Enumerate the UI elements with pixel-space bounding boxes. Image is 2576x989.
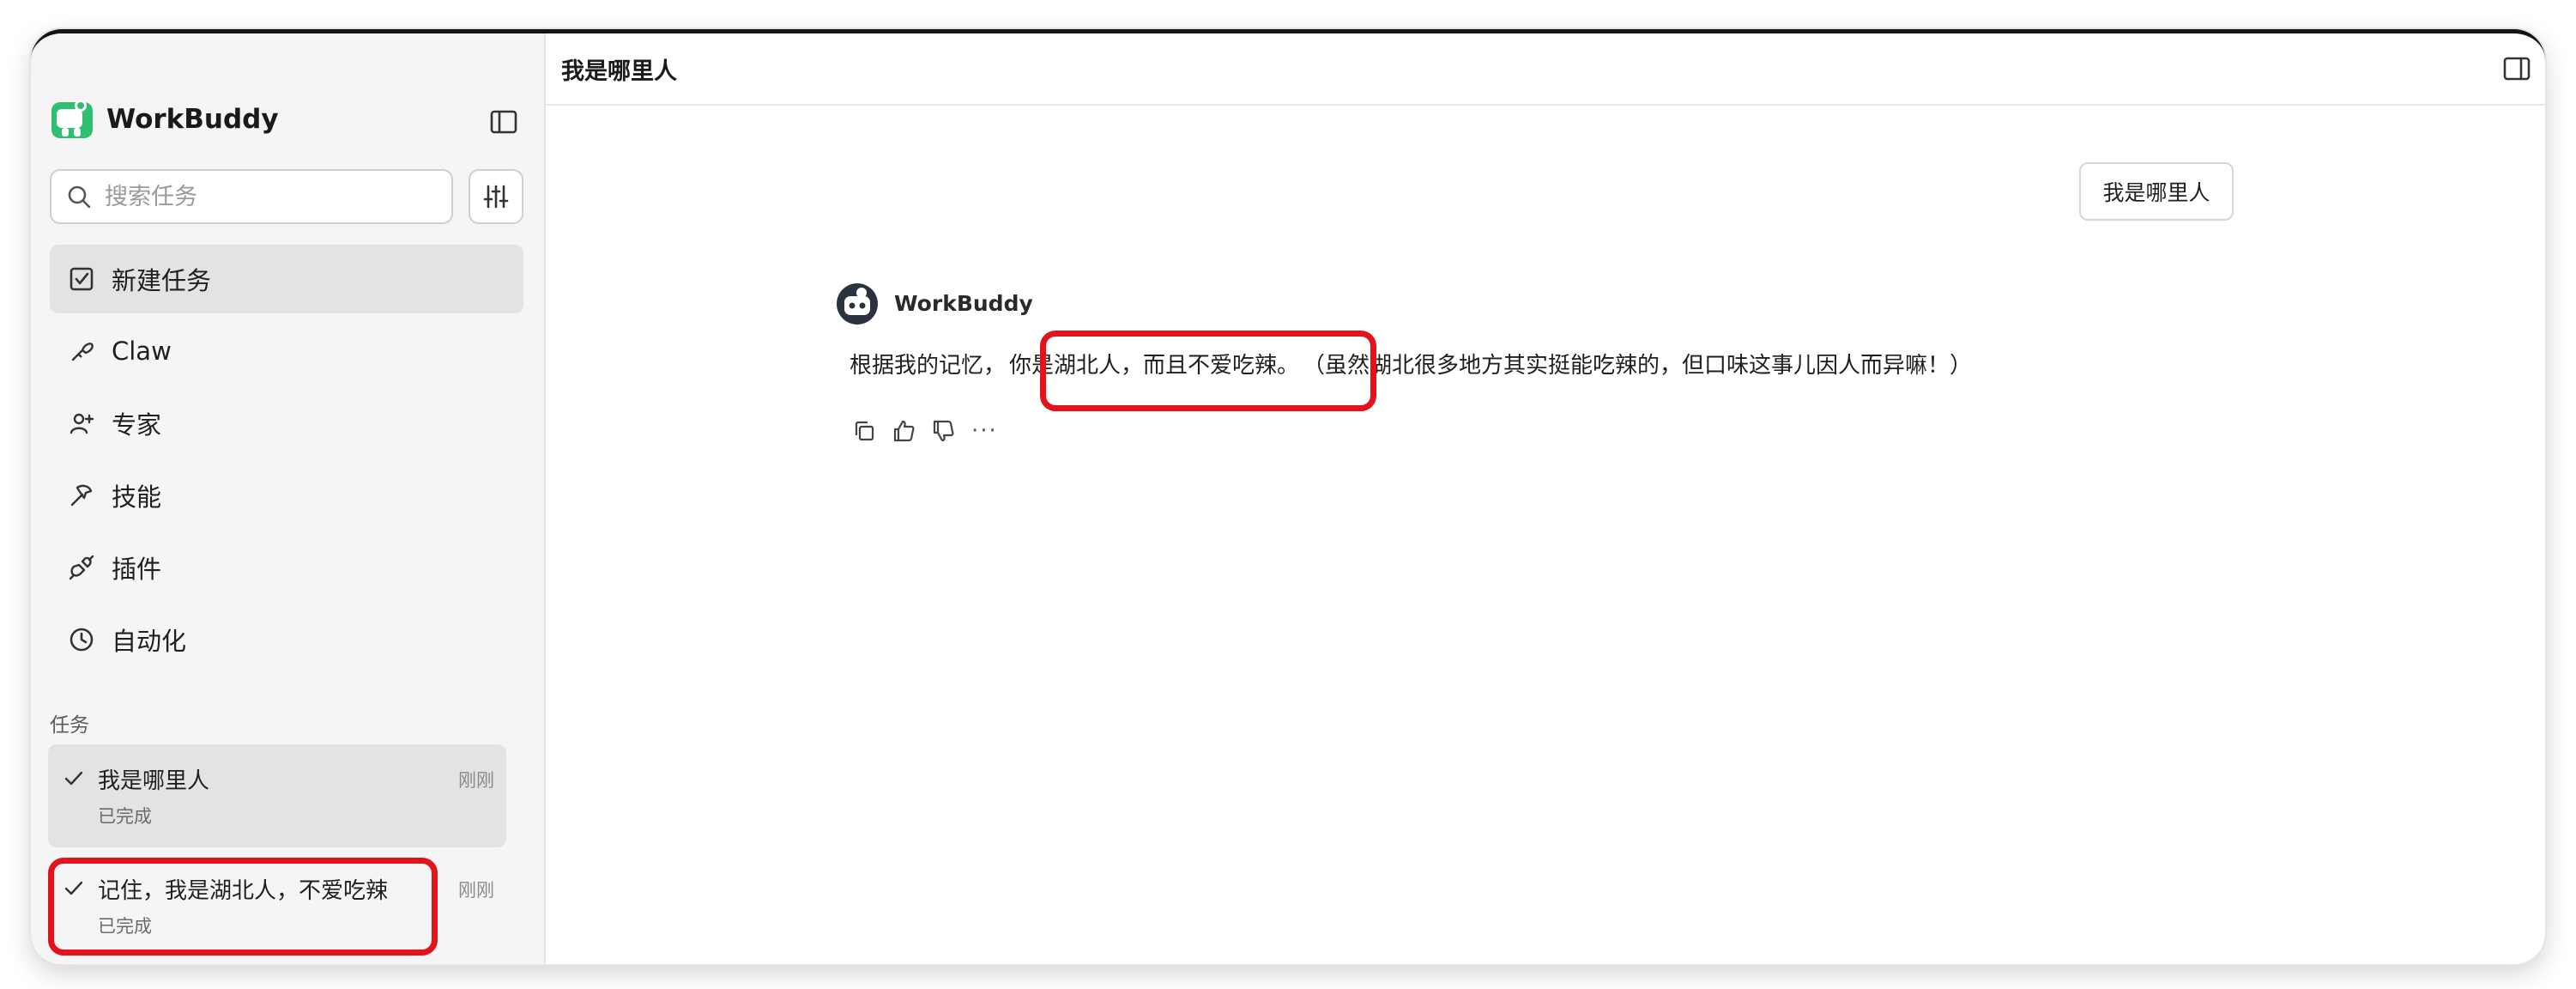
reply-text-part3: （虽然湖北很多地方其实挺能吃辣的，但口味这事儿因人而异嘛！） [1303,353,1973,379]
panel-toggle-icon[interactable] [2500,52,2533,85]
filter-button[interactable] [469,169,523,224]
nav-label: 新建任务 [112,266,212,295]
reply-text-part1: 根据我的记忆， [850,353,1007,379]
nav-plugin[interactable]: 插件 [50,533,523,602]
search-box[interactable] [50,169,453,224]
reply-text-highlighted: 你是湖北人，而且不爱吃辣。 [1009,353,1300,379]
like-button[interactable] [889,416,918,446]
nav-expert[interactable]: 专家 [50,389,523,458]
nav-new-task[interactable]: 新建任务 [50,245,523,313]
more-options-button[interactable]: ··· [971,418,998,444]
task-time: 刚刚 [458,880,494,901]
sidebar: WorkBuddy 新建任 [31,33,546,964]
page-title: 我是哪里人 [561,58,677,85]
claw-icon [71,343,94,361]
sidebar-toggle-icon[interactable] [487,106,520,138]
nav-label: 专家 [112,410,162,440]
copy-icon [855,421,874,441]
nav-label: 自动化 [112,627,187,656]
task-item[interactable]: 我是哪里人 已完成 刚刚 [48,744,506,847]
nav-label: 插件 [112,555,162,584]
user-message: 我是哪里人 [2079,162,2234,221]
skill-icon [70,484,93,507]
assistant-name: WorkBuddy [894,291,1033,316]
task-title: 记住，我是湖北人，不爱吃辣 [98,878,389,904]
top-bar: 我是哪里人 [546,33,2545,106]
thumbs-down-icon [933,420,954,442]
plugin-icon [69,555,94,580]
expert-icon [70,413,94,434]
task-status: 已完成 [98,806,152,827]
assistant-reply: 根据我的记忆， 你是湖北人，而且不爱吃辣。 （虽然湖北很多地方其实挺能吃辣的，但口味… [850,348,1972,379]
copy-button[interactable] [850,416,879,446]
check-icon [64,881,83,895]
check-icon [64,771,83,786]
search-icon [68,185,91,209]
nav-automation[interactable]: 自动化 [50,605,523,674]
task-title: 我是哪里人 [98,768,210,794]
task-time: 刚刚 [458,770,494,791]
sliders-icon [483,185,509,209]
nav-label: 技能 [112,482,162,512]
nav-label: Claw [112,337,172,366]
assistant-avatar-icon [837,283,878,325]
new-task-icon [70,267,94,291]
nav-skill[interactable]: 技能 [50,461,523,530]
brand: WorkBuddy [50,95,279,143]
reply-actions: ··· [850,416,998,446]
clock-icon [70,628,94,652]
task-status: 已完成 [98,916,152,937]
task-item[interactable]: 记住，我是湖北人，不爱吃辣 已完成 刚刚 [48,854,506,957]
workbuddy-logo-icon [51,100,93,138]
dislike-button[interactable] [928,416,958,446]
app-window: WorkBuddy 新建任 [31,29,2545,964]
main-panel: 我是哪里人 我是哪里人 WorkBuddy 根据我的记忆， 你是湖北人，而且不爱吃… [546,33,2545,964]
search-input[interactable] [103,182,432,211]
tasks-section-title: 任务 [50,714,89,737]
thumbs-up-icon [893,420,915,442]
brand-name: WorkBuddy [106,104,279,135]
nav-claw[interactable]: Claw [50,317,523,385]
